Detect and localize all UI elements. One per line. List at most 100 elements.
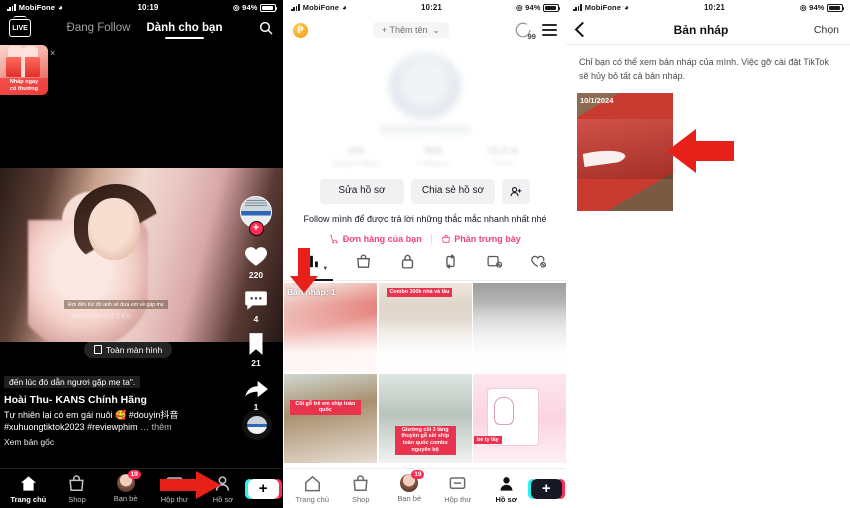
tab-label: Bạn bè — [397, 494, 422, 503]
carrier-label: MobiFone — [18, 3, 55, 12]
video-caption-block: đến lúc đó dẫn ngươi gặp mẹ ta". Hoài Th… — [0, 372, 240, 447]
sidebar-item-shop[interactable]: Shop — [53, 474, 101, 504]
back-chevron-icon[interactable] — [574, 21, 591, 38]
hamburger-menu-icon[interactable] — [541, 24, 557, 36]
add-name-button[interactable]: + Thêm tên ⌄ — [372, 22, 450, 38]
stat-followers[interactable]: 906 Follower — [417, 145, 449, 168]
grid-item[interactable]: Combo 300k nhà và lâu — [378, 283, 472, 373]
panel-drafts: MobiFone ◕ 10:21 ◎ 94% Bản nháp Chọn Chỉ… — [566, 0, 850, 508]
grid-item[interactable]: bé ty lấy — [473, 373, 566, 463]
carrier-label: MobiFone — [584, 3, 621, 12]
feed-tabs: Đang Follow Dành cho bạn — [67, 22, 222, 39]
divider — [430, 234, 432, 245]
sidebar-item-friends[interactable]: 19 Bạn bè — [102, 470, 150, 503]
orders-link[interactable]: Đơn hàng của bạn — [329, 234, 422, 244]
annotation-arrow-profile — [160, 470, 222, 500]
live-badge[interactable]: LIVE — [9, 16, 31, 37]
comment-button[interactable]: 4 — [235, 287, 277, 324]
hidden-video-icon — [487, 255, 503, 268]
status-bar-profile: MobiFone ◕ 10:21 ◎ 94% — [284, 0, 566, 15]
tab-label: Shop — [351, 494, 370, 504]
chevron-down-icon: ▼ — [322, 266, 329, 273]
author-avatar-follow[interactable]: + — [235, 196, 277, 236]
lock-icon — [401, 254, 413, 269]
add-friend-button[interactable] — [502, 179, 530, 204]
stat-following[interactable]: 150 Đang Follow — [332, 145, 379, 168]
bottom-tabbar-profile: Trang chủ Shop 19 Bạn bè Hộp thư Hồ sơ + — [284, 468, 566, 508]
tab-label: Trang chủ — [295, 494, 330, 504]
tab-label: Shop — [68, 494, 86, 504]
stat-likes[interactable]: 22,8 N Thích — [487, 145, 518, 168]
fullscreen-icon — [94, 345, 102, 354]
heart-icon — [245, 247, 267, 266]
sidebar-item-home[interactable]: Trang chủ — [288, 474, 336, 504]
annotation-arrow-drafts-tab — [289, 248, 319, 294]
wifi-icon: ◕ — [57, 2, 63, 12]
tab-reposts[interactable] — [440, 253, 461, 275]
view-original-link[interactable]: Xem bản gốc — [4, 437, 240, 447]
home-icon — [304, 475, 320, 491]
three-panel-screenshot: MobiFone ◕ 10:19 ◎ 94% LIVE Đang Follow … — [0, 0, 850, 508]
grid-item[interactable]: Giường cũi 3 tầng thuyền gỗ sồi ship toà… — [378, 373, 472, 463]
tab-following[interactable]: Đang Follow — [67, 22, 131, 34]
tab-label: Hộp thư — [444, 494, 472, 504]
music-disc-icon[interactable] — [242, 410, 272, 440]
fullscreen-button[interactable]: Toàn màn hình — [84, 341, 173, 358]
promo-close-icon[interactable]: × — [50, 48, 55, 58]
tab-hidden-liked[interactable] — [528, 253, 549, 275]
comment-icon — [245, 291, 267, 310]
video-author-name[interactable]: Hoài Thu- KANS Chính Hãng — [4, 394, 240, 406]
notifications-button[interactable]: 99 — [514, 21, 536, 41]
like-button[interactable]: 220 — [235, 243, 277, 280]
search-icon[interactable] — [258, 20, 274, 36]
tab-hidden-videos[interactable] — [484, 253, 505, 275]
draft-date-label: 10/1/2024 — [580, 96, 614, 105]
select-button[interactable]: Chọn — [814, 24, 839, 36]
battery-icon — [542, 3, 561, 12]
sidebar-item-profile[interactable]: Hồ sơ — [482, 474, 530, 504]
sidebar-item-inbox[interactable]: Hộp thư — [434, 474, 482, 504]
gift-promo-banner[interactable]: Nhấp ngay có thưởng — [0, 45, 48, 95]
battery-percent: 94% — [242, 3, 258, 12]
shop-bag-icon — [353, 474, 368, 491]
video-overlay-text: Giường cũi 3 tầng thuyền gỗ sồi ship toà… — [394, 425, 456, 455]
signal-icon — [291, 4, 300, 11]
grid-item-draft[interactable]: Bản nháp: 1 — [284, 283, 377, 373]
video-subject-face — [88, 198, 140, 260]
coin-rewards-icon[interactable]: P — [293, 22, 308, 38]
profile-avatar[interactable] — [389, 53, 461, 119]
tab-private[interactable] — [397, 253, 418, 275]
shop-bag-icon — [357, 254, 370, 268]
draft-thumbnail[interactable]: 10/1/2024 — [577, 93, 673, 211]
create-video-button[interactable]: + — [527, 478, 565, 499]
follow-plus-icon[interactable]: + — [248, 221, 264, 236]
share-button[interactable]: 1 — [235, 375, 277, 412]
share-profile-button[interactable]: Chia sẻ hồ sơ — [411, 179, 495, 204]
profile-header: P + Thêm tên ⌄ 99 — [284, 15, 566, 45]
add-name-label: + Thêm tên — [381, 25, 428, 35]
grid-item[interactable]: Cũi gỗ trẻ em ship toàn quốc — [284, 373, 377, 463]
sidebar-item-home[interactable]: Trang chủ — [4, 474, 52, 504]
sidebar-item-friends[interactable]: 19 Bạn bè — [385, 470, 433, 503]
page-title: Bản nháp — [673, 22, 729, 37]
video-subtitle: Đợi đến lúc đó anh sẽ đưa em về gặp mẹ — [64, 300, 168, 309]
video-overlay-text: Cũi gỗ trẻ em ship toàn quốc — [290, 399, 361, 416]
edit-profile-button[interactable]: Sửa hồ sơ — [320, 179, 404, 204]
add-person-icon — [510, 186, 522, 196]
tab-for-you[interactable]: Dành cho bạn — [146, 22, 222, 39]
tab-shop[interactable] — [353, 253, 374, 275]
annotation-arrow-draft-item — [666, 128, 734, 174]
showcase-link[interactable]: Phần trưng bày — [441, 234, 521, 244]
clock-label: 10:21 — [420, 3, 442, 12]
battery-percent: 94% — [525, 3, 541, 12]
video-overlay-text: bé ty lấy — [474, 435, 502, 445]
cell-overlay — [473, 283, 566, 373]
bookmark-button[interactable]: 21 — [235, 331, 277, 368]
caption-more-link[interactable]: … thêm — [140, 422, 172, 432]
grid-item[interactable] — [473, 283, 566, 373]
create-video-button[interactable]: + — [244, 478, 282, 499]
friends-avatar-icon: 19 — [116, 470, 141, 492]
status-bar-drafts: MobiFone ◕ 10:21 ◎ 94% — [566, 0, 850, 15]
sidebar-item-shop[interactable]: Shop — [337, 474, 385, 504]
profile-username — [379, 125, 471, 134]
